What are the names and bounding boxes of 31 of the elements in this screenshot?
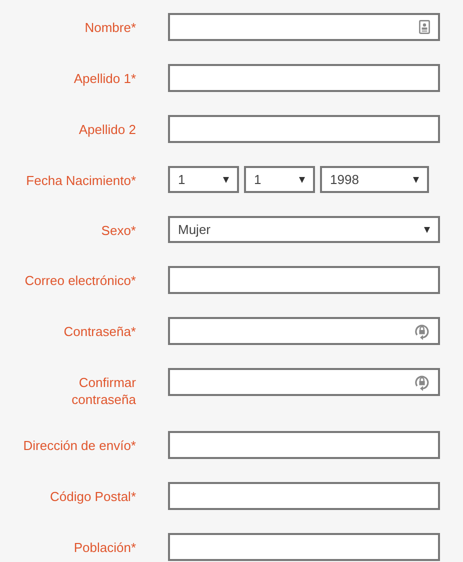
caret-icon — [223, 176, 229, 182]
field-label: Fecha Nacimiento* — [26, 172, 136, 189]
field-label: Nombre* — [84, 19, 136, 36]
field-label: Sexo* — [101, 222, 136, 239]
dropdown[interactable]: 1 — [168, 166, 239, 193]
input-field[interactable] — [168, 482, 440, 510]
caret-icon — [424, 226, 430, 232]
field-label: Código Postal* — [50, 488, 136, 505]
dropdown[interactable]: 1 — [244, 166, 315, 193]
field-label: Dirección de envío* — [23, 437, 136, 454]
lock-refresh-icon[interactable] — [414, 322, 430, 340]
field-label: Confirmar contraseña — [70, 374, 136, 408]
caret-icon — [413, 176, 419, 182]
input-field[interactable] — [168, 317, 440, 345]
caret-icon — [299, 176, 305, 182]
field-label: Apellido 1* — [74, 70, 136, 87]
dropdown[interactable]: Mujer — [168, 216, 440, 243]
input-field[interactable] — [168, 533, 440, 561]
input-field[interactable] — [168, 266, 440, 294]
field-label: Apellido 2 — [78, 121, 136, 138]
input-field[interactable] — [168, 115, 440, 143]
input-field[interactable] — [168, 431, 440, 459]
field-label: Población* — [74, 539, 136, 556]
field-label: Contraseña* — [64, 323, 136, 340]
input-field[interactable] — [168, 368, 440, 396]
lock-refresh-icon[interactable] — [414, 374, 430, 390]
dropdown[interactable]: 1998 — [320, 166, 429, 193]
contact-card-icon[interactable] — [419, 20, 430, 34]
input-field[interactable] — [168, 64, 440, 92]
input-field[interactable] — [168, 13, 440, 41]
field-label: Correo electrónico* — [24, 272, 136, 289]
